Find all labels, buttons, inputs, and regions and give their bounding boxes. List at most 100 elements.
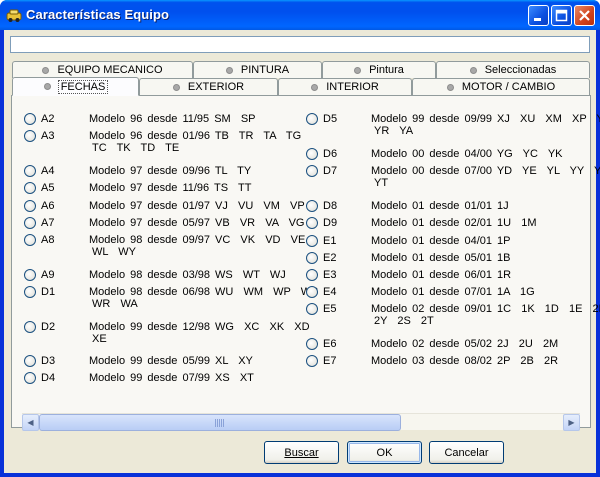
option-code: A5 (41, 182, 55, 194)
option-row-d4[interactable]: D4 Modelo 99 desde 07/99 XS XT (12, 372, 302, 386)
option-code: D4 (41, 372, 56, 384)
title-bar[interactable]: Características Equipo (0, 0, 600, 30)
option-description: YT (374, 177, 389, 189)
option-code: A3 (41, 130, 55, 142)
horizontal-scrollbar[interactable]: ◀ ▶ (22, 413, 580, 431)
option-description: Modelo 01 desde 06/01 1R (371, 269, 512, 281)
radio-button-d9[interactable] (306, 217, 318, 229)
radio-button-e6[interactable] (306, 338, 318, 350)
tab-indicator-icon (172, 83, 180, 91)
option-row-e2[interactable]: E2 Modelo 01 desde 05/01 1B (12, 252, 511, 266)
tab-interior[interactable]: INTERIOR (278, 78, 412, 95)
radio-button-e1[interactable] (306, 235, 318, 247)
radio-button-d6[interactable] (306, 148, 318, 160)
radio-button-e4[interactable] (306, 286, 318, 298)
scroll-thumb[interactable] (39, 414, 401, 431)
option-code: D9 (323, 217, 338, 229)
option-row-e5[interactable]: E5 Modelo 02 desde 09/01 1C 1K 1D 1E 2L 2Y… (12, 303, 600, 327)
scroll-left-button[interactable]: ◀ (22, 414, 39, 431)
option-description: Modelo 99 desde 12/98 WG XC XK XD (89, 321, 310, 333)
close-button[interactable] (574, 5, 595, 26)
option-row-e4[interactable]: E4 Modelo 01 desde 07/01 1A 1G (12, 286, 535, 300)
option-row-d7[interactable]: D7 Modelo 00 desde 07/00 YD YE YL YY YS YT (12, 165, 600, 189)
option-code: E2 (323, 252, 337, 264)
radio-button-d4[interactable] (24, 372, 36, 384)
dialog-window: Características Equipo EQUIPO MECANICO P… (0, 0, 600, 477)
option-row-e1[interactable]: E1 Modelo 01 desde 04/01 1P (12, 235, 511, 249)
option-description: Modelo 01 desde 04/01 1P (371, 235, 511, 247)
radio-button-e3[interactable] (306, 269, 318, 281)
maximize-button[interactable] (551, 5, 572, 26)
option-row-d9[interactable]: D9 Modelo 01 desde 02/01 1U 1M (12, 217, 537, 231)
radio-button-e7[interactable] (306, 355, 318, 367)
tab-indicator-icon (42, 66, 50, 74)
option-code: E3 (323, 269, 337, 281)
tab-row-front: FECHAS EXTERIOR INTERIOR MOTOR / CAMBIO (12, 77, 590, 96)
option-code: E1 (323, 235, 337, 247)
option-row-d6[interactable]: D6 Modelo 00 desde 04/00 YG YC YK (12, 148, 563, 162)
option-code: D2 (41, 321, 56, 333)
tab-equipo-mecanico[interactable]: EQUIPO MECANICO (12, 61, 193, 78)
radio-button-d2[interactable] (24, 321, 36, 333)
option-description: Modelo 01 desde 01/01 1J (371, 200, 509, 212)
tab-motor-cambio[interactable]: MOTOR / CAMBIO (412, 78, 590, 95)
option-code: E6 (323, 338, 337, 350)
scroll-right-button[interactable]: ▶ (563, 414, 580, 431)
option-description: Modelo 01 desde 02/01 1U 1M (371, 217, 537, 229)
radio-button-a5[interactable] (24, 182, 36, 194)
option-description: Modelo 02 desde 09/01 1C 1K 1D 1E 2L (371, 303, 600, 315)
option-row-a3[interactable]: A3 Modelo 96 desde 01/96 TB TR TA TG TC TK… (12, 130, 302, 154)
option-description: Modelo 01 desde 05/01 1B (371, 252, 511, 264)
option-row-d2[interactable]: D2 Modelo 99 desde 12/98 WG XC XK XD XE (12, 321, 310, 345)
option-code: E5 (323, 303, 337, 315)
buscar-button[interactable]: Buscar (264, 441, 339, 464)
option-row-e7[interactable]: E7 Modelo 03 desde 08/02 2P 2B 2R (12, 355, 558, 369)
app-icon (6, 9, 22, 22)
close-icon (579, 10, 590, 21)
cancelar-button[interactable]: Cancelar (429, 441, 504, 464)
option-description: Modelo 00 desde 04/00 YG YC YK (371, 148, 563, 160)
option-description: Modelo 01 desde 07/01 1A 1G (371, 286, 535, 298)
tab-row-back: EQUIPO MECANICO PINTURA Pintura Seleccio… (12, 61, 590, 78)
option-description: 2Y 2S 2T (374, 315, 434, 327)
minimize-button[interactable] (528, 5, 549, 26)
option-row-e6[interactable]: E6 Modelo 02 desde 05/02 2J 2U 2M (12, 338, 558, 352)
radio-button-d5[interactable] (306, 113, 318, 125)
tab-panel-fechas: A2 Modelo 96 desde 11/95 SM SP A3 Modelo 96… (11, 95, 600, 431)
radio-button-e2[interactable] (306, 252, 318, 264)
option-row-a5[interactable]: A5 Modelo 97 desde 11/96 TS TT (12, 182, 302, 196)
option-description: Modelo 00 desde 07/00 YD YE YL YY YS (371, 165, 600, 177)
tab-seleccionadas[interactable]: Seleccionadas (436, 61, 590, 78)
client-area: EQUIPO MECANICO PINTURA Pintura Seleccio… (4, 30, 600, 473)
tab-indicator-icon (446, 83, 454, 91)
radio-button-d7[interactable] (306, 165, 318, 177)
option-description: Modelo 02 desde 05/02 2J 2U 2M (371, 338, 559, 350)
tab-exterior[interactable]: EXTERIOR (139, 78, 278, 95)
option-description: Modelo 99 desde 09/99 XJ XU XM XP YB (371, 113, 600, 125)
header-text-field[interactable] (10, 36, 590, 53)
tab-indicator-icon (354, 66, 362, 74)
option-description: YR YA (374, 125, 414, 137)
option-code: D6 (323, 148, 338, 160)
tab-pintura-upper[interactable]: PINTURA (193, 61, 322, 78)
option-code: E4 (323, 286, 337, 298)
radio-button-d8[interactable] (306, 200, 318, 212)
option-row-d8[interactable]: D8 Modelo 01 desde 01/01 1J (12, 200, 509, 214)
tab-pintura[interactable]: Pintura (322, 61, 436, 78)
option-description: Modelo 96 desde 01/96 TB TR TA TG (89, 130, 302, 142)
radio-button-e5[interactable] (306, 303, 318, 315)
minimize-icon (534, 18, 541, 21)
option-row-e3[interactable]: E3 Modelo 01 desde 06/01 1R (12, 269, 511, 283)
radio-button-a3[interactable] (24, 130, 36, 142)
option-code: D8 (323, 200, 338, 212)
tab-fechas[interactable]: FECHAS (12, 77, 139, 96)
ok-button[interactable]: OK (347, 441, 422, 464)
option-code: E7 (323, 355, 337, 367)
option-row-d5[interactable]: D5 Modelo 99 desde 09/99 XJ XU XM XP YB YR… (12, 113, 600, 137)
arrow-left-icon: ◀ (27, 418, 34, 427)
option-description: Modelo 03 desde 08/02 2P 2B 2R (371, 355, 559, 367)
window-title: Características Equipo (26, 7, 170, 22)
option-description: Modelo 99 desde 07/99 XS XT (89, 372, 254, 384)
tab-indicator-icon (469, 66, 477, 74)
arrow-right-icon: ▶ (568, 418, 575, 427)
